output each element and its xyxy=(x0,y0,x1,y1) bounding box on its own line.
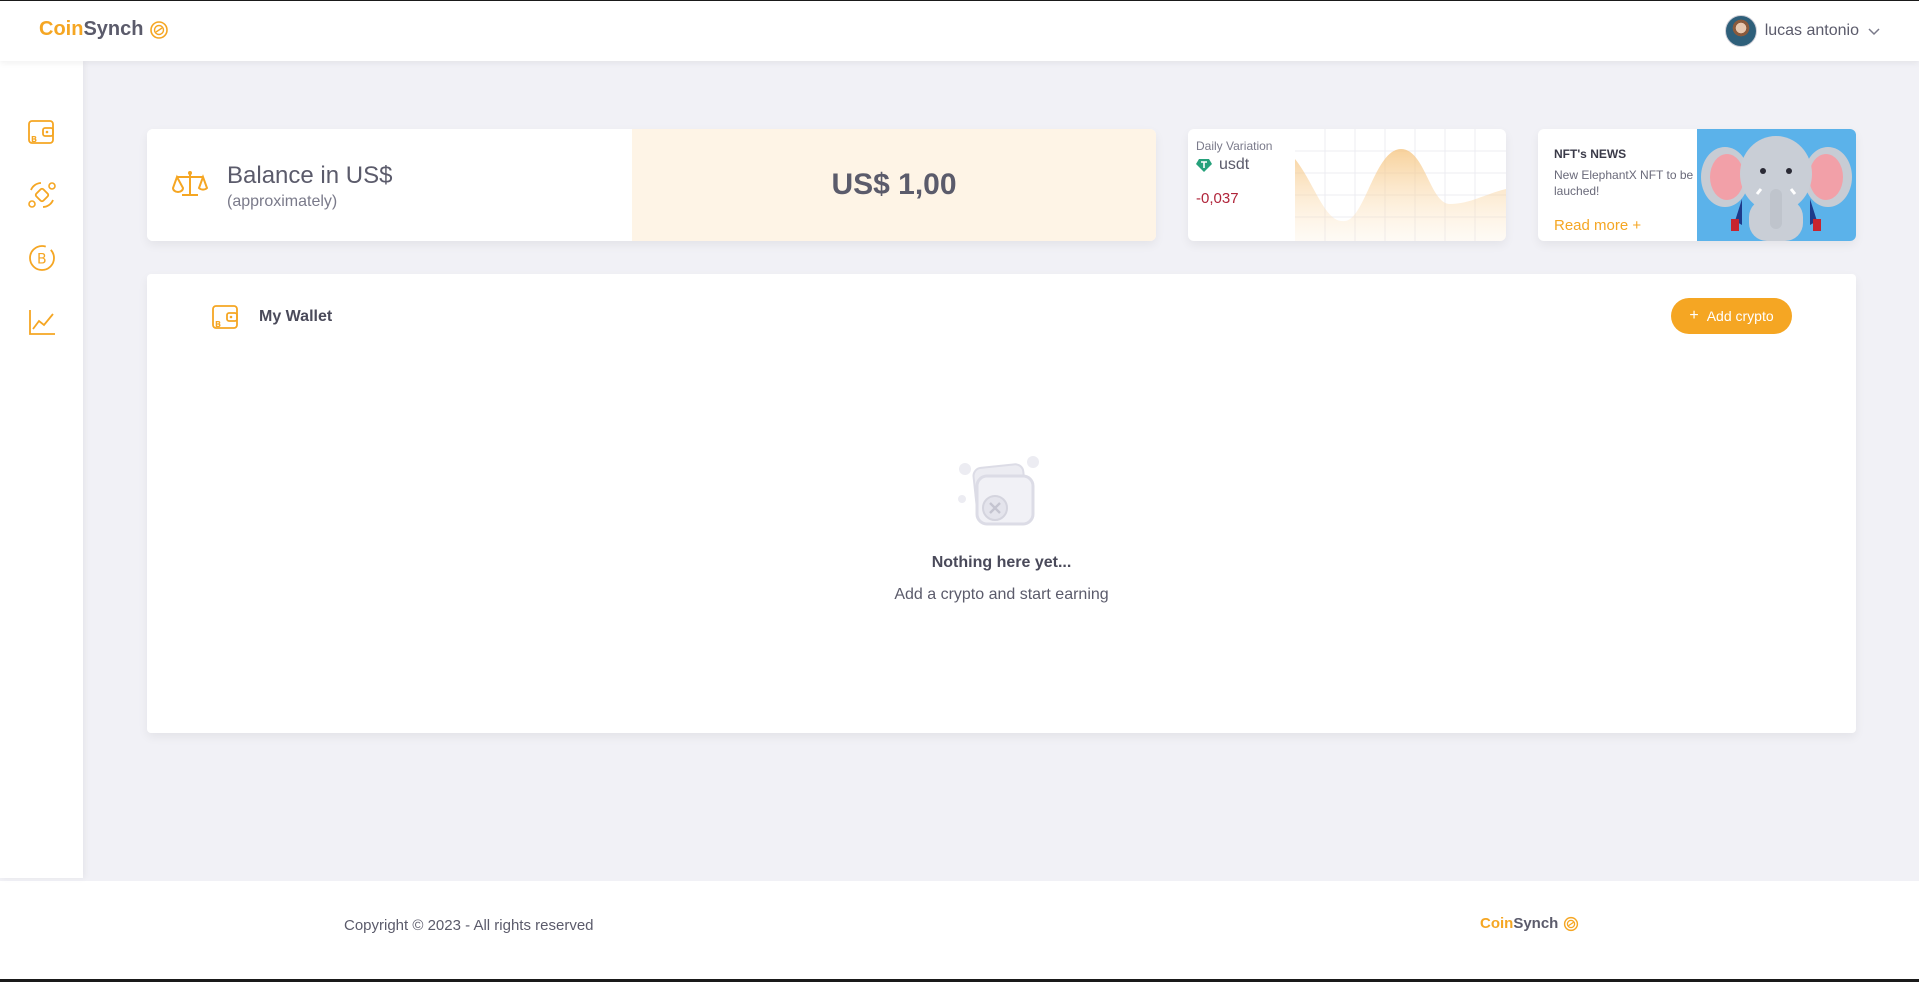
balance-subtitle: (approximately) xyxy=(227,193,338,210)
footer-logo-synch: Synch xyxy=(1513,915,1559,932)
chart-line-icon xyxy=(29,310,55,335)
svg-text:B: B xyxy=(31,135,37,144)
footer: Copyright © 2023 - All rights reserved C… xyxy=(0,881,1919,979)
chevron-down-icon xyxy=(1868,28,1880,36)
footer-logo-coin: Coin xyxy=(1480,915,1514,932)
scale-icon xyxy=(172,171,208,196)
sidebar-item-exchange[interactable] xyxy=(26,179,58,211)
news-title: NFT's NEWS xyxy=(1554,147,1627,161)
balance-title: Balance in US$ xyxy=(227,162,393,189)
sidebar-item-charts[interactable] xyxy=(26,306,58,338)
variation-coin-name: usdt xyxy=(1219,156,1250,173)
wallet-icon: B xyxy=(212,305,238,329)
wallet-title: My Wallet xyxy=(259,308,333,325)
elephant-illustration xyxy=(1701,136,1852,241)
crypto-exchange-icon xyxy=(28,182,56,208)
my-wallet-card: B My Wallet + Add crypto Nothing here ye… xyxy=(147,274,1856,733)
svg-text:B: B xyxy=(215,320,221,329)
variation-label: Daily Variation xyxy=(1196,139,1273,153)
plus-icon: + xyxy=(1689,307,1699,324)
empty-wallet-icon xyxy=(958,456,1039,526)
logo-coin-icon xyxy=(150,20,169,39)
balance-value: US$ 1,00 xyxy=(831,168,957,201)
nft-news-card: NFT's NEWS New ElephantX NFT to be lauch… xyxy=(1538,129,1856,241)
copyright-text: Copyright © 2023 - All rights reserved xyxy=(344,917,594,934)
read-more-link[interactable]: Read more + xyxy=(1554,217,1641,234)
sidebar-item-wallet[interactable]: B xyxy=(26,116,58,148)
empty-state-title: Nothing here yet... xyxy=(931,554,1072,571)
user-name: lucas antonio xyxy=(1764,22,1859,39)
empty-state-subtitle: Add a crypto and start earning xyxy=(894,586,1109,603)
bitcoin-icon: B xyxy=(29,245,55,271)
balance-label-area: Balance in US$ (approximately) xyxy=(147,129,632,241)
coinsynch-logo[interactable]: Coin Synch xyxy=(39,18,169,41)
sidebar: B B xyxy=(0,61,83,878)
sidebar-item-bitcoin[interactable]: B xyxy=(26,242,58,274)
balance-value-area: US$ 1,00 xyxy=(632,129,1156,241)
logo-synch-text: Synch xyxy=(83,18,144,40)
daily-variation-card: Daily Variation usdt -0,037 xyxy=(1188,129,1506,241)
app-page: Coin Synch lucas antonio B B Balance in … xyxy=(0,1,1919,979)
user-menu[interactable]: lucas antonio xyxy=(1724,15,1881,47)
add-crypto-button[interactable]: + Add crypto xyxy=(1671,298,1792,334)
tether-icon xyxy=(1196,159,1212,172)
variation-mini-chart xyxy=(1295,129,1506,241)
wallet-icon: B xyxy=(28,120,54,144)
add-crypto-label: Add crypto xyxy=(1706,308,1774,324)
logo-coin-icon xyxy=(1564,916,1579,931)
balance-card: Balance in US$ (approximately) US$ 1,00 xyxy=(147,129,1156,241)
elephant-nft-image xyxy=(1697,129,1856,241)
svg-text:B: B xyxy=(37,252,47,268)
footer-logo[interactable]: Coin Synch xyxy=(1480,915,1579,932)
variation-coin: usdt xyxy=(1196,156,1249,174)
news-text: New ElephantX NFT to be lauched! xyxy=(1554,168,1694,198)
avatar xyxy=(1724,15,1757,47)
logo-coin-text: Coin xyxy=(39,18,84,40)
variation-value: -0,037 xyxy=(1196,190,1239,207)
top-header: Coin Synch lucas antonio xyxy=(0,1,1919,61)
